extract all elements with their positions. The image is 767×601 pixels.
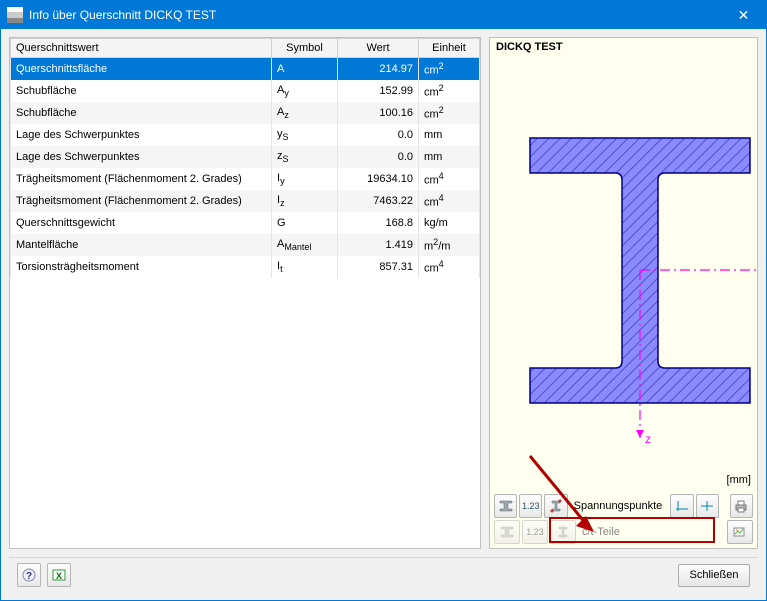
ct-parts-label: c/t-Teile: [578, 526, 624, 538]
row-symbol: Iz: [272, 190, 338, 212]
table-row[interactable]: MantelflächeAMantel1.419m2/m: [11, 234, 480, 256]
row-symbol: yS: [272, 124, 338, 146]
row-unit: cm4: [419, 256, 480, 278]
row-name: Querschnittsgewicht: [11, 212, 272, 234]
axis-toggle-button[interactable]: [670, 494, 693, 518]
stress-points-label: Spannungspunkte: [570, 500, 667, 512]
table-row[interactable]: Trägheitsmoment (Flächenmoment 2. Grades…: [11, 168, 480, 190]
table-row[interactable]: QuerschnittsgewichtG168.8kg/m: [11, 212, 480, 234]
stress-points-button[interactable]: [544, 494, 567, 518]
row-unit: kg/m: [419, 212, 480, 234]
table-row[interactable]: Lage des SchwerpunkteszS0.0mm: [11, 146, 480, 168]
close-icon[interactable]: ✕: [721, 1, 766, 29]
row-value: 857.31: [338, 256, 419, 278]
svg-text:?: ?: [26, 571, 32, 582]
row-value: 0.0: [338, 124, 419, 146]
row-name: Lage des Schwerpunktes: [11, 124, 272, 146]
section-view1-button[interactable]: [494, 494, 517, 518]
col-header-value[interactable]: Wert: [338, 39, 419, 58]
row-unit: cm4: [419, 168, 480, 190]
table-row[interactable]: TorsionsträgheitsmomentIt857.31cm4: [11, 256, 480, 278]
row-value: 168.8: [338, 212, 419, 234]
table-row[interactable]: Trägheitsmoment (Flächenmoment 2. Grades…: [11, 190, 480, 212]
row-unit: cm4: [419, 190, 480, 212]
col-header-name[interactable]: Querschnittswert: [11, 39, 272, 58]
row-unit: cm2: [419, 58, 480, 81]
app-icon: [7, 7, 23, 23]
row-name: Schubfläche: [11, 80, 272, 102]
row-name: Trägheitsmoment (Flächenmoment 2. Grades…: [11, 168, 272, 190]
row-unit: cm2: [419, 102, 480, 124]
table-row[interactable]: SchubflächeAz100.16cm2: [11, 102, 480, 124]
row-symbol: zS: [272, 146, 338, 168]
help-button[interactable]: ?: [17, 563, 41, 587]
export-image-button[interactable]: [727, 520, 753, 544]
row-value: 0.0: [338, 146, 419, 168]
row-name: Trägheitsmoment (Flächenmoment 2. Grades…: [11, 190, 272, 212]
axis-toggle2-button[interactable]: [696, 494, 719, 518]
row-symbol: G: [272, 212, 338, 234]
row-value: 152.99: [338, 80, 419, 102]
svg-text:X: X: [56, 571, 62, 581]
row-unit: mm: [419, 124, 480, 146]
row-value: 19634.10: [338, 168, 419, 190]
row-symbol: AMantel: [272, 234, 338, 256]
row-symbol: It: [272, 256, 338, 278]
close-button[interactable]: Schließen: [678, 564, 750, 587]
row-unit: m2/m: [419, 234, 480, 256]
preview-unit-label: [mm]: [727, 474, 751, 486]
row-name: Torsionsträgheitsmoment: [11, 256, 272, 278]
window-title: Info über Querschnitt DICKQ TEST: [29, 8, 721, 22]
table-row[interactable]: Lage des SchwerpunktesyS0.0mm: [11, 124, 480, 146]
row-name: Querschnittsfläche: [11, 58, 272, 81]
table-row[interactable]: SchubflächeAy152.99cm2: [11, 80, 480, 102]
axis-z-label: z: [645, 432, 651, 446]
row-symbol: A: [272, 58, 338, 81]
table-row[interactable]: QuerschnittsflächeA214.97cm2: [11, 58, 480, 81]
section-preview: DICKQ TEST y: [489, 37, 758, 549]
row-value: 214.97: [338, 58, 419, 81]
excel-export-button[interactable]: X: [47, 563, 71, 587]
ct-parts-button: [550, 520, 576, 544]
section-drawing-svg: y z: [490, 38, 758, 508]
row-symbol: Iy: [272, 168, 338, 190]
row-name: Mantelfläche: [11, 234, 272, 256]
row-value: 1.419: [338, 234, 419, 256]
row-unit: mm: [419, 146, 480, 168]
row-value: 100.16: [338, 102, 419, 124]
row-symbol: Az: [272, 102, 338, 124]
numeric-view1-button[interactable]: 1.23: [519, 494, 542, 518]
print-button[interactable]: [730, 494, 753, 518]
properties-table: Querschnittswert Symbol Wert Einheit Que…: [9, 37, 481, 549]
row-name: Schubfläche: [11, 102, 272, 124]
col-header-symbol[interactable]: Symbol: [272, 39, 338, 58]
row-value: 7463.22: [338, 190, 419, 212]
col-header-unit[interactable]: Einheit: [419, 39, 480, 58]
row-unit: cm2: [419, 80, 480, 102]
row-name: Lage des Schwerpunktes: [11, 146, 272, 168]
row-symbol: Ay: [272, 80, 338, 102]
section-view2-button: [494, 520, 520, 544]
numeric-view2-button: 1.23: [522, 520, 548, 544]
